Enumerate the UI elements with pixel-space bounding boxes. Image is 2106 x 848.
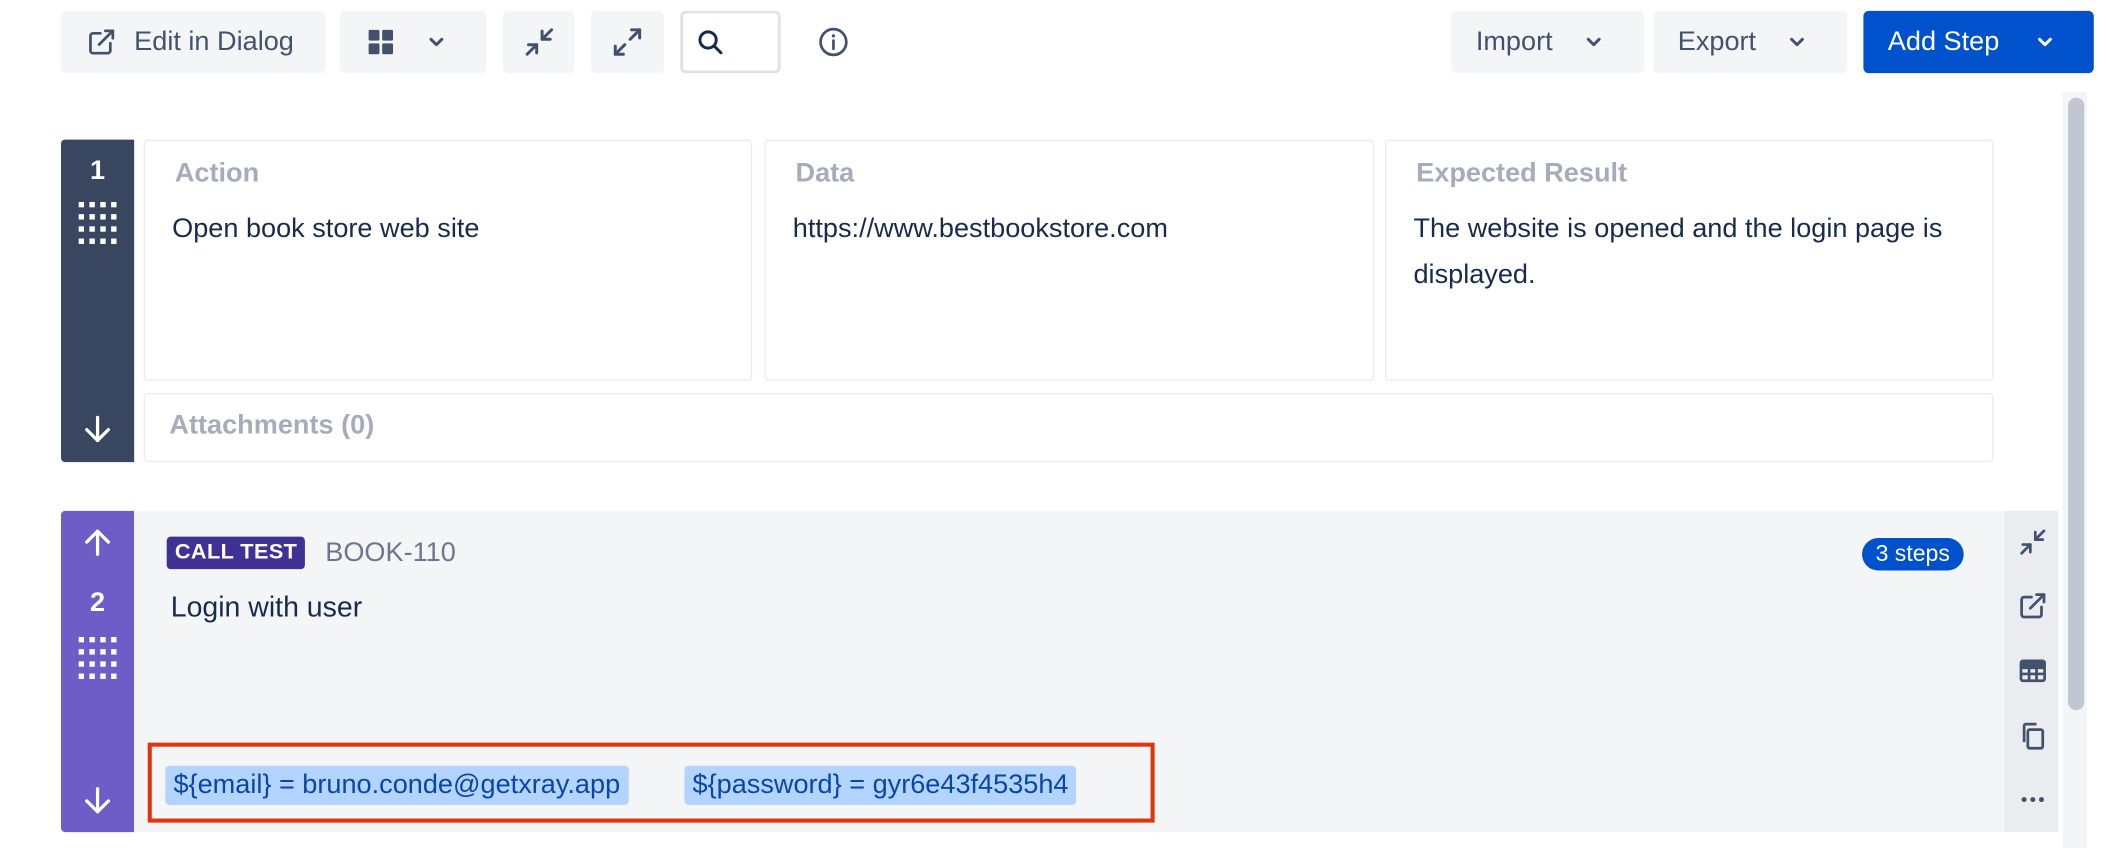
step-number: 2 <box>90 588 106 618</box>
more-actions-icon[interactable] <box>2018 785 2048 815</box>
layout-dropdown-button[interactable] <box>340 10 487 74</box>
edit-in-dialog-label: Edit in Dialog <box>134 26 294 57</box>
expand-icon <box>613 28 642 56</box>
import-label: Import <box>1475 26 1553 57</box>
move-down-icon[interactable] <box>81 785 114 818</box>
edit-in-dialog-button[interactable]: Edit in Dialog <box>60 10 326 74</box>
add-step-button[interactable]: Add Step <box>1863 10 2094 74</box>
attachments-section[interactable]: Attachments (0) <box>143 393 1994 463</box>
collapse-all-button[interactable] <box>502 10 575 74</box>
add-step-label: Add Step <box>1887 26 2000 57</box>
vertical-scrollbar-thumb[interactable] <box>2068 97 2085 711</box>
step-2-handle[interactable]: 2 <box>60 510 135 833</box>
step-actions-column <box>2004 510 2059 833</box>
chevron-down-icon <box>1789 37 1804 47</box>
step-1-handle[interactable]: 1 <box>60 139 135 463</box>
import-dropdown-button[interactable]: Import <box>1451 10 1644 74</box>
move-up-icon[interactable] <box>81 526 114 559</box>
action-field[interactable]: Action Open book store web site <box>143 139 753 381</box>
called-test-summary: Login with user <box>170 592 363 624</box>
data-value: https://www.bestbookstore.com <box>792 214 1168 244</box>
step-number: 1 <box>90 155 106 186</box>
steps-count-badge: 3 steps <box>1862 538 1964 571</box>
expected-result-label: Expected Result <box>1416 158 1628 189</box>
collapse-icon <box>525 28 553 56</box>
copy-icon[interactable] <box>2018 721 2048 751</box>
chevron-down-icon <box>1586 37 1601 47</box>
move-down-icon[interactable] <box>81 413 114 446</box>
layout-grid-icon <box>368 29 394 55</box>
expand-all-button[interactable] <box>590 10 665 74</box>
info-icon[interactable] <box>817 26 850 59</box>
data-field[interactable]: Data https://www.bestbookstore.com <box>764 139 1375 381</box>
action-label: Action <box>174 158 260 189</box>
export-label: Export <box>1677 26 1757 57</box>
search-input[interactable] <box>680 10 781 74</box>
call-test-lozenge: CALL TEST <box>166 536 306 570</box>
chevron-down-icon <box>429 37 444 47</box>
expected-result-value: The website is opened and the login page… <box>1413 214 1943 291</box>
called-test-key[interactable]: BOOK-110 <box>325 538 456 569</box>
export-dropdown-button[interactable]: Export <box>1653 10 1848 74</box>
action-value: Open book store web site <box>172 214 480 244</box>
annotation-highlight-box <box>147 742 1155 823</box>
external-link-icon <box>89 29 115 55</box>
drag-handle-icon[interactable] <box>78 201 117 245</box>
drag-handle-icon[interactable] <box>78 636 117 680</box>
data-label: Data <box>795 158 855 189</box>
chevron-down-icon <box>2038 37 2053 47</box>
collapse-step-icon[interactable] <box>2018 527 2048 557</box>
table-icon[interactable] <box>2018 656 2048 686</box>
expected-result-field[interactable]: Expected Result The website is opened an… <box>1385 139 1994 381</box>
attachments-label: Attachments (0) <box>169 410 375 441</box>
test-steps-editor: Edit in Dialog Import Export Add Step 1 … <box>0 0 2106 848</box>
open-external-icon[interactable] <box>2018 591 2048 621</box>
search-icon <box>698 30 723 55</box>
